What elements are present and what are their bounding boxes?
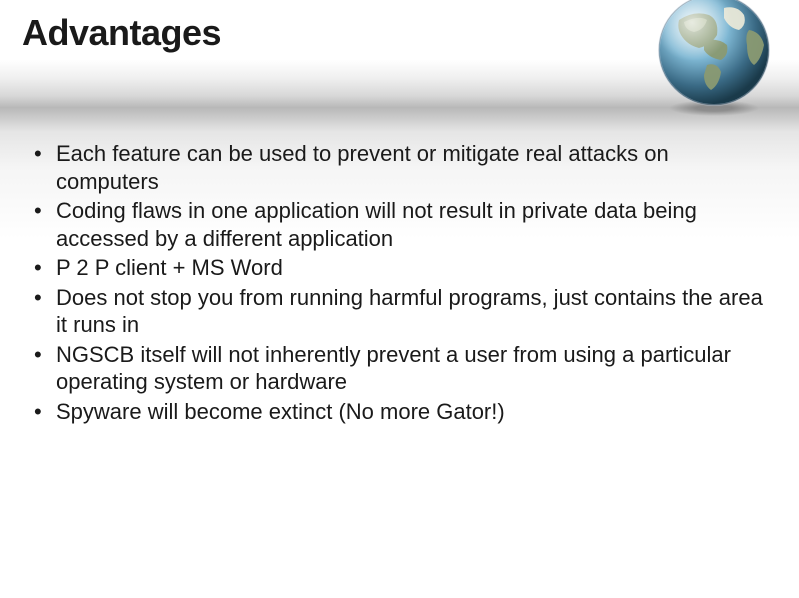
content-area: Each feature can be used to prevent or m… [22, 140, 769, 427]
globe-icon [649, 0, 779, 120]
bullet-list: Each feature can be used to prevent or m… [22, 140, 769, 425]
bullet-item: Coding flaws in one application will not… [22, 197, 769, 252]
slide: Advantages [0, 0, 799, 598]
bullet-item: NGSCB itself will not inherently prevent… [22, 341, 769, 396]
bullet-item: P 2 P client + MS Word [22, 254, 769, 282]
bullet-item: Spyware will become extinct (No more Gat… [22, 398, 769, 426]
bullet-item: Does not stop you from running harmful p… [22, 284, 769, 339]
bullet-item: Each feature can be used to prevent or m… [22, 140, 769, 195]
slide-title: Advantages [22, 12, 221, 54]
